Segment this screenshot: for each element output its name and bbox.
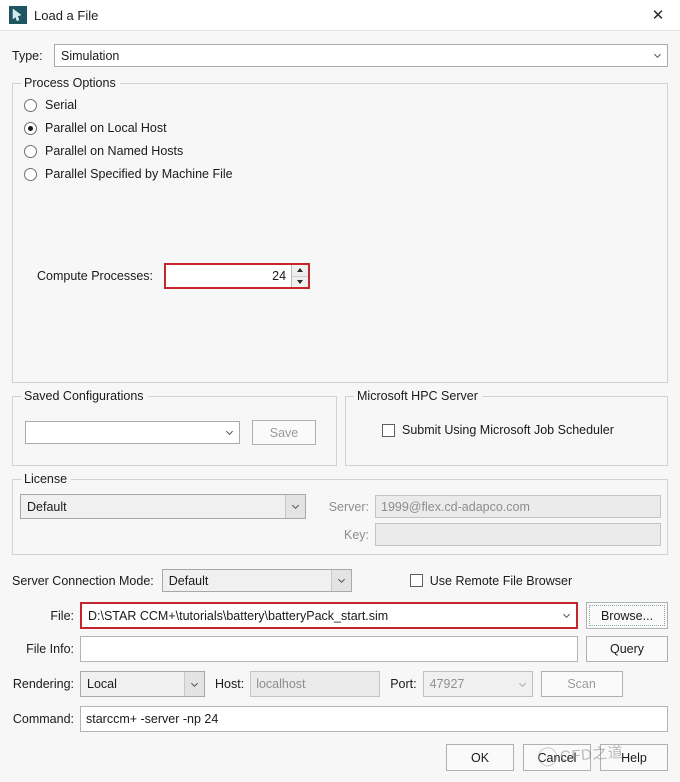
spinner-down-icon[interactable] [292,275,309,287]
dialog-footer: OK Cancel Help [446,744,668,771]
close-icon[interactable]: ✕ [636,0,680,30]
server-connection-mode-combo[interactable]: Default [161,569,352,592]
radio-parallel-local-host[interactable]: Parallel on Local Host [24,121,233,135]
compute-processes-label: Compute Processes: [37,269,154,283]
process-options-legend: Process Options [21,76,120,90]
radio-serial-label: Serial [45,98,77,112]
file-path-combo[interactable]: D:\STAR CCM+\tutorials\battery\batteryPa… [80,602,578,629]
license-server-field: 1999@flex.cd-adapco.com [375,495,661,518]
ok-button[interactable]: OK [446,744,514,771]
radio-parallel-machine-file-label: Parallel Specified by Machine File [45,167,233,181]
type-row: Type: Simulation [12,44,668,67]
radio-parallel-machine-file-indicator [24,167,37,181]
compute-processes-spin-buttons [291,265,309,287]
server-connection-mode-label: Server Connection Mode: [12,573,154,588]
rendering-port-combo: 47927 [422,671,533,697]
simulation-file-icon [9,6,27,24]
command-field[interactable]: starccm+ -server -np 24 [80,706,668,732]
compute-processes-row: Compute Processes: 24 [37,263,311,289]
help-button[interactable]: Help [600,744,668,771]
use-remote-file-browser-label: Use Remote File Browser [429,573,573,588]
file-info-field[interactable] [80,636,578,662]
command-row: Command: starccm+ -server -np 24 [12,706,668,732]
file-row: File: D:\STAR CCM+\tutorials\battery\bat… [12,602,668,629]
license-key-field [375,523,661,546]
use-remote-file-browser-checkbox-indicator [409,574,423,587]
radio-parallel-local-host-indicator [24,121,37,135]
file-info-row: File Info: Query [12,636,668,662]
license-legend: License [21,472,72,486]
radio-serial[interactable]: Serial [24,98,233,112]
chevron-down-icon [285,495,305,518]
compute-processes-value[interactable]: 24 [166,265,292,287]
window-title-bar: Load a File ✕ [0,0,680,31]
compute-processes-stepper[interactable]: 24 [164,263,311,289]
server-connection-mode-row: Server Connection Mode: Default Use Remo… [12,569,668,592]
license-combo[interactable]: Default [20,494,306,519]
rendering-host-label: Host: [215,677,245,691]
rendering-combo[interactable]: Local [80,671,205,697]
file-label: File: [50,608,74,623]
radio-parallel-named-hosts-label: Parallel on Named Hosts [45,144,184,158]
radio-parallel-local-host-label: Parallel on Local Host [45,121,167,135]
rendering-combo-value: Local [87,677,117,691]
use-remote-file-browser-checkbox[interactable]: Use Remote File Browser [409,573,573,588]
window-title: Load a File [34,7,99,23]
chevron-down-icon [648,45,667,66]
radio-parallel-machine-file[interactable]: Parallel Specified by Machine File [24,167,233,181]
scan-button[interactable]: Scan [540,671,623,697]
server-connection-mode-value: Default [168,573,209,588]
load-a-file-dialog: Type: Simulation Process Options Serial … [0,31,680,782]
chevron-down-icon [220,422,239,443]
type-label: Type: [12,48,43,63]
cancel-button[interactable]: Cancel [523,744,591,771]
license-server-label: Server: [328,499,369,514]
saved-configurations-group: Saved Configurations Save [12,389,337,466]
process-options-group: Process Options Serial Parallel on Local… [12,76,668,383]
microsoft-hpc-server-legend: Microsoft HPC Server [354,389,482,403]
radio-serial-indicator [24,98,37,112]
radio-parallel-named-hosts-indicator [24,144,37,158]
rendering-host-field: localhost [250,671,381,697]
chevron-down-icon [557,604,576,627]
chevron-down-icon [513,672,532,696]
submit-job-scheduler-checkbox[interactable]: Submit Using Microsoft Job Scheduler [382,423,614,437]
save-button[interactable]: Save [252,420,316,445]
saved-configurations-combo[interactable] [25,421,240,444]
submit-job-scheduler-label: Submit Using Microsoft Job Scheduler [402,423,614,437]
type-combo-value: Simulation [61,48,120,63]
file-path-value: D:\STAR CCM+\tutorials\battery\batteryPa… [88,608,389,623]
license-group: License Default Server: 1999@flex.cd-ada… [12,472,668,555]
microsoft-hpc-server-group: Microsoft HPC Server Submit Using Micros… [345,389,668,466]
query-button[interactable]: Query [586,636,668,662]
spinner-up-icon[interactable] [292,265,309,276]
type-combo[interactable]: Simulation [54,44,668,67]
rendering-row: Rendering: Local Host: localhost Port: 4… [12,671,668,697]
chevron-down-icon [330,570,351,591]
command-label: Command: [12,712,74,726]
file-info-label: File Info: [26,642,74,656]
license-key-label: Key: [343,527,369,542]
browse-button[interactable]: Browse... [586,602,668,629]
radio-parallel-named-hosts[interactable]: Parallel on Named Hosts [24,144,233,158]
submit-job-scheduler-checkbox-indicator [382,423,395,437]
rendering-port-value: 47927 [429,677,465,691]
saved-configurations-legend: Saved Configurations [21,389,148,403]
license-combo-value: Default [27,499,67,514]
chevron-down-icon [184,672,204,696]
rendering-port-label: Port: [390,677,417,691]
rendering-label: Rendering: [12,677,74,691]
